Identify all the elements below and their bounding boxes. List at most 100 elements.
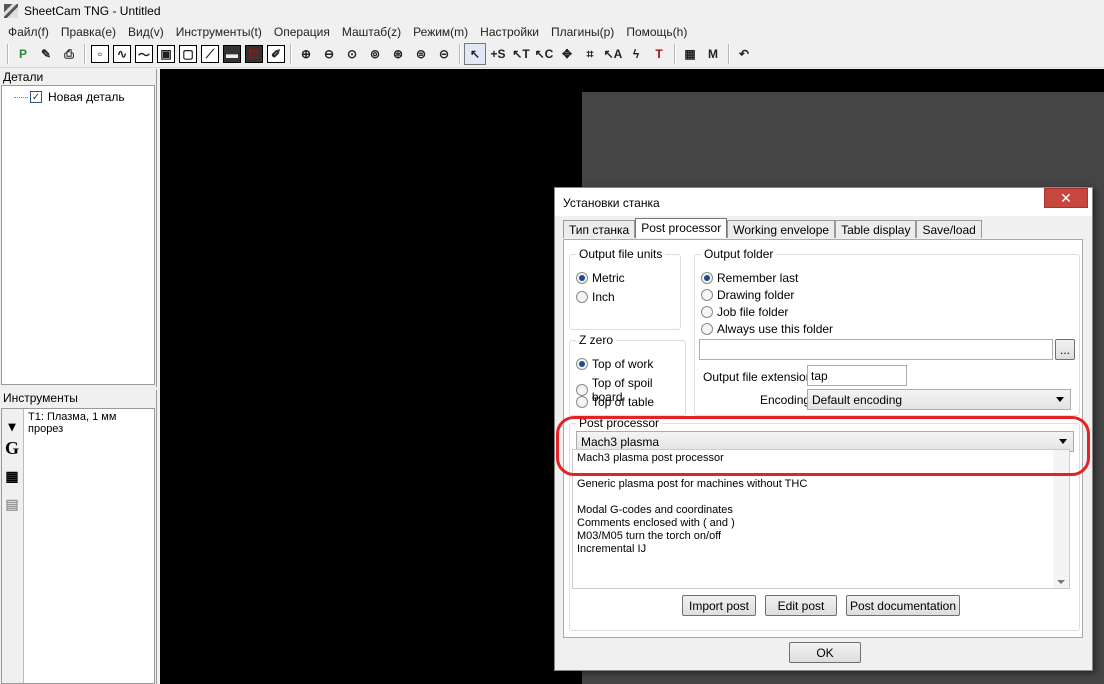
tools-icon-bar: ▾ G ▦ ▤ <box>2 409 24 683</box>
radio-button[interactable] <box>701 306 713 318</box>
macro-icon[interactable]: M <box>702 43 724 65</box>
description-line <box>577 491 1065 504</box>
menu-help[interactable]: Помощь(h) <box>620 25 693 39</box>
view-red-icon[interactable]: ⊡ <box>245 45 263 63</box>
table-icon[interactable]: ▦ <box>2 465 22 487</box>
encoding-select[interactable]: Default encoding <box>807 389 1071 410</box>
z-zero-group: Z zero Top of work Top of spoil board To… <box>569 333 686 416</box>
toolbar-separator <box>674 44 676 64</box>
tab-post-processor[interactable]: Post processor <box>635 218 728 238</box>
radio-button[interactable] <box>576 358 588 370</box>
radio-button[interactable] <box>701 272 713 284</box>
radio-metric[interactable]: Metric <box>576 271 625 285</box>
print-icon[interactable]: ⎙ <box>58 43 80 65</box>
move-c-icon[interactable]: ↖C <box>533 43 555 65</box>
radio-button[interactable] <box>576 272 588 284</box>
tab-table-display[interactable]: Table display <box>835 220 917 238</box>
tool-item[interactable]: T1: Плазма, 1 мм прорез <box>28 411 154 435</box>
post-icon[interactable]: P <box>12 43 34 65</box>
view-part-icon[interactable]: ▫ <box>91 45 109 63</box>
radio-top-of-work[interactable]: Top of work <box>576 357 653 371</box>
radio-label: Job file folder <box>717 305 789 319</box>
radio-label: Always use this folder <box>717 322 834 336</box>
tab-machine-type[interactable]: Тип станка <box>563 220 636 238</box>
menu-mode[interactable]: Режим(m) <box>407 25 474 39</box>
lightning-icon[interactable]: ϟ <box>625 43 647 65</box>
radio-button[interactable] <box>576 291 588 303</box>
edit-icon[interactable]: ✎ <box>35 43 57 65</box>
grid-icon[interactable]: ▤ <box>2 493 22 515</box>
zoom-sheet-icon[interactable]: ⊜ <box>410 43 432 65</box>
tree-item-part[interactable]: ✓ Новая деталь <box>14 90 125 104</box>
move-cross-icon[interactable]: ✥ <box>556 43 578 65</box>
output-folder-title: Output folder <box>701 247 777 261</box>
view-line-icon[interactable]: ⟋ <box>201 45 219 63</box>
description-line <box>577 465 1065 478</box>
select-arrow-icon[interactable]: ↖ <box>464 43 486 65</box>
post-documentation-button[interactable]: Post documentation <box>846 595 960 616</box>
toolbar-separator <box>7 44 9 64</box>
plasma-torch-icon[interactable]: ▾ <box>2 415 22 437</box>
tab-save-load[interactable]: Save/load <box>916 220 982 238</box>
dialog-title: Установки станка <box>563 196 660 210</box>
view-path-icon[interactable]: ∿ <box>113 45 131 63</box>
folder-path-input[interactable] <box>699 339 1053 360</box>
menu-tools[interactable]: Инструменты(t) <box>170 25 268 39</box>
description-scrollbar[interactable] <box>1053 450 1069 588</box>
extension-input[interactable]: tap <box>807 365 907 386</box>
view-outline-icon[interactable]: ▢ <box>179 45 197 63</box>
move-start-icon[interactable]: +S <box>487 43 509 65</box>
calculator-icon[interactable]: ▦ <box>679 43 701 65</box>
tab-working-envelope[interactable]: Working envelope <box>727 220 836 238</box>
gcode-icon[interactable]: G <box>2 437 22 459</box>
ok-button[interactable]: OK <box>789 642 861 663</box>
radio-job-file-folder[interactable]: Job file folder <box>701 305 788 319</box>
zoom-all-icon[interactable]: ⊝ <box>433 43 455 65</box>
menu-zoom[interactable]: Маштаб(z) <box>336 25 407 39</box>
radio-label: Top of table <box>592 395 655 409</box>
chevron-down-icon <box>1056 397 1064 402</box>
close-icon[interactable]: ✕ <box>1044 188 1088 208</box>
radio-drawing-folder[interactable]: Drawing folder <box>701 288 794 302</box>
description-line: Modal G-codes and coordinates <box>577 504 733 516</box>
output-units-title: Output file units <box>576 247 666 261</box>
view-fill-icon[interactable]: ▬ <box>223 45 241 63</box>
description-line: Generic plasma post for machines without… <box>577 478 808 490</box>
import-post-button[interactable]: Import post <box>682 595 756 616</box>
part-checkbox[interactable]: ✓ <box>30 91 42 103</box>
scroll-down-icon[interactable] <box>1057 580 1065 584</box>
radio-button[interactable] <box>576 396 588 408</box>
crop-icon[interactable]: ⌗ <box>579 43 601 65</box>
undo-icon[interactable]: ↶ <box>733 43 755 65</box>
view-pen-icon[interactable]: ✐ <box>267 45 285 63</box>
text-tool-icon[interactable]: T <box>648 43 670 65</box>
menu-operation[interactable]: Операция <box>268 25 336 39</box>
radio-always-use-folder[interactable]: Always use this folder <box>701 322 833 336</box>
description-line: Incremental IJ <box>577 543 647 555</box>
zoom-fit-icon[interactable]: ⊚ <box>364 43 386 65</box>
radio-remember-last[interactable]: Remember last <box>701 271 798 285</box>
menu-view[interactable]: Вид(v) <box>122 25 170 39</box>
radio-button[interactable] <box>701 289 713 301</box>
move-text-icon[interactable]: ↖T <box>510 43 532 65</box>
view-wave-icon[interactable]: 〜 <box>135 45 153 63</box>
zoom-in-icon[interactable]: ⊕ <box>295 43 317 65</box>
radio-button[interactable] <box>701 323 713 335</box>
menu-plugins[interactable]: Плагины(p) <box>545 25 620 39</box>
toolbar-separator <box>459 44 461 64</box>
edit-post-button[interactable]: Edit post <box>765 595 837 616</box>
radio-inch[interactable]: Inch <box>576 290 615 304</box>
post-description-text[interactable]: Mach3 plasma post processor Generic plas… <box>572 449 1070 589</box>
menu-settings[interactable]: Настройки <box>474 25 545 39</box>
view-contour-icon[interactable]: ▣ <box>157 45 175 63</box>
move-a-icon[interactable]: ↖A <box>602 43 624 65</box>
zoom-part-icon[interactable]: ⊛ <box>387 43 409 65</box>
encoding-label: Encoding <box>760 393 811 407</box>
browse-folder-button[interactable]: ... <box>1055 339 1075 360</box>
menu-edit[interactable]: Правка(e) <box>55 25 122 39</box>
zoom-out-icon[interactable]: ⊖ <box>318 43 340 65</box>
menu-file[interactable]: Файл(f) <box>2 25 55 39</box>
radio-label: Metric <box>592 271 625 285</box>
zoom-prev-icon[interactable]: ⊙ <box>341 43 363 65</box>
radio-top-of-table[interactable]: Top of table <box>576 395 654 409</box>
